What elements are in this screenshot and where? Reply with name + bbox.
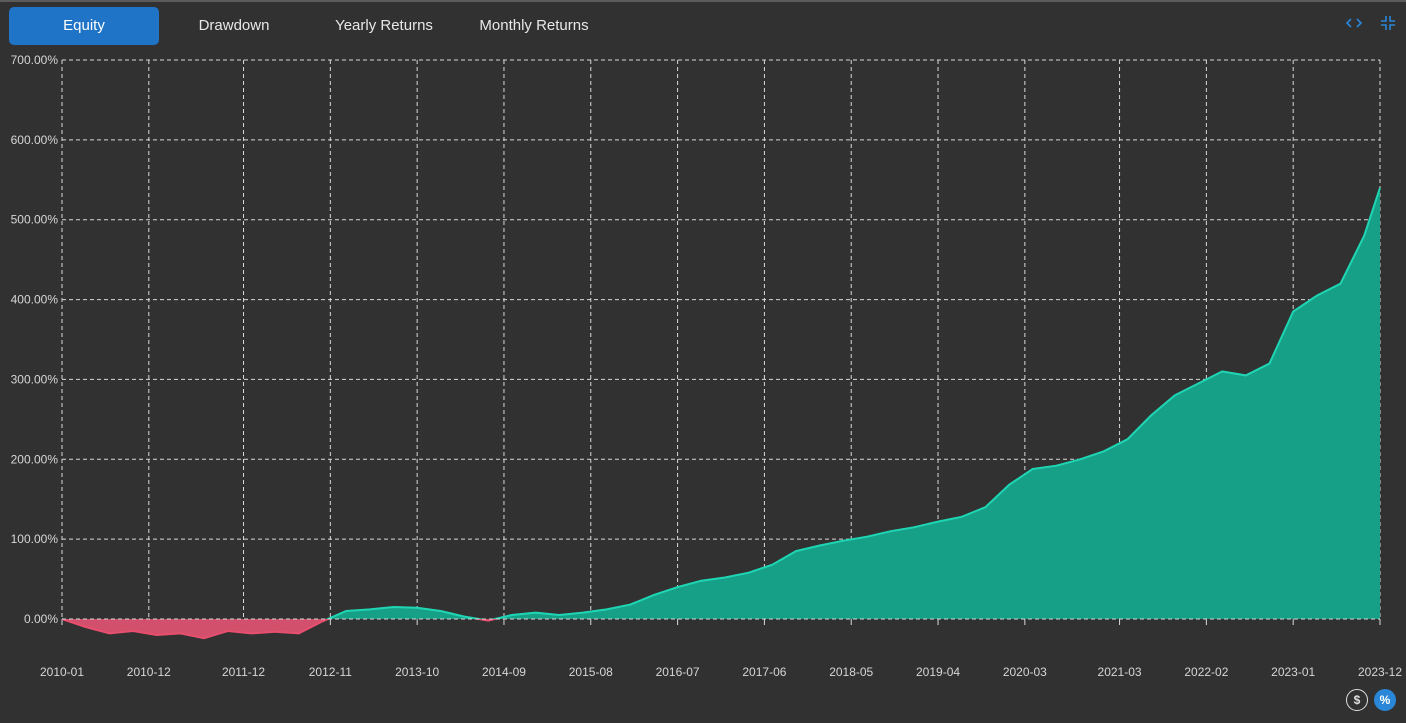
y-tick-label: 200.00% [11,452,59,466]
x-tick-label: 2021-03 [1098,665,1142,679]
dollar-unit-button[interactable]: $ [1346,689,1368,711]
x-axis: 2010-01 2010-12 2011-12 2012-11 2013-10 2014-… [40,665,1402,679]
y-tick-label: 400.00% [11,293,59,307]
y-tick-label: 700.00% [11,53,59,67]
equity-area [61,187,1381,640]
x-tick-label: 2022-02 [1184,665,1228,679]
x-tick-label: 2011-12 [222,665,265,679]
x-tick-label: 2010-01 [40,665,84,679]
y-tick-label: 0.00% [24,612,58,626]
x-tick-label: 2012-11 [309,665,352,679]
x-tick-label: 2018-05 [829,665,873,679]
equity-chart: 0.00% 100.00% 200.00% 300.00% 400.00% 500.00%… [11,53,1403,679]
x-tick-label: 2013-10 [395,665,439,679]
x-tick-label: 2015-08 [569,665,613,679]
x-tick-label: 2014-09 [482,665,526,679]
x-tick-label: 2020-03 [1003,665,1047,679]
y-tick-label: 500.00% [11,213,59,227]
x-tick-label: 2023-01 [1271,665,1315,679]
y-tick-label: 300.00% [11,372,59,386]
percent-unit-button[interactable]: % [1374,689,1396,711]
x-tick-label: 2019-04 [916,665,960,679]
x-tick-label: 2017-06 [742,665,786,679]
x-tick-label: 2016-07 [656,665,700,679]
y-axis: 0.00% 100.00% 200.00% 300.00% 400.00% 500.00%… [11,53,59,626]
equity-area-positive [62,187,1380,619]
y-tick-label: 600.00% [11,133,59,147]
y-tick-label: 100.00% [11,532,59,546]
x-tick-label: 2023-12 [1358,665,1402,679]
x-tick-label: 2010-12 [127,665,171,679]
